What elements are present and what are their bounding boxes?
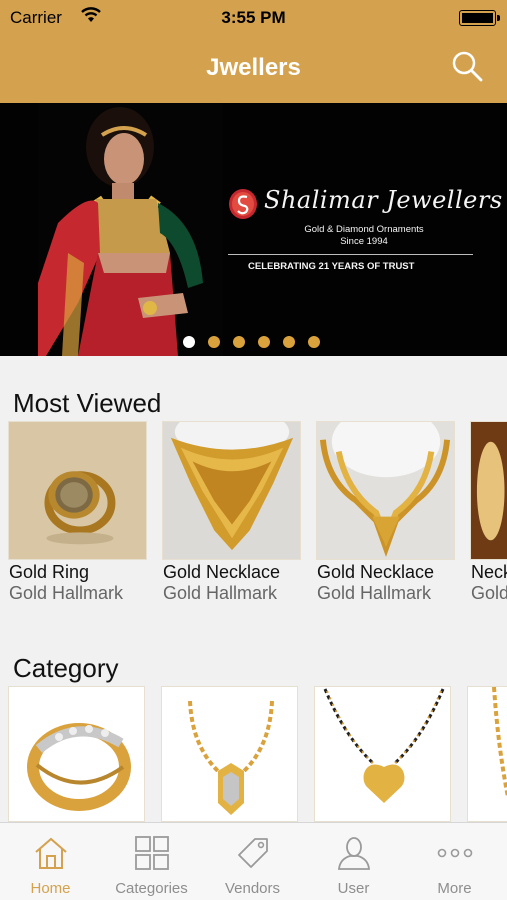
tab-label: User [337,880,370,897]
brand-logo-icon [229,189,257,219]
promo-banner[interactable]: Shalimar Jewellers Gold & Diamond Orname… [0,103,507,356]
tab-categories[interactable]: Categories [101,823,202,900]
category-image-necklace [162,687,297,821]
tab-user[interactable]: User [303,823,404,900]
status-bar: Carrier 3:55 PM [0,0,507,36]
carousel-dot-5[interactable] [283,336,295,348]
tag-icon [238,838,268,868]
product-name: Necklace [471,562,507,582]
tab-bar: Home Categories Vendors User More [0,822,507,900]
category-carousel[interactable] [8,686,507,822]
carousel-dot-4[interactable] [258,336,270,348]
page-title: Jwellers [206,54,301,81]
tab-vendors[interactable]: Vendors [202,823,303,900]
brand-tagline: CELEBRATING 21 YEARS OF TRUST [248,261,415,272]
product-image-gold-necklace [162,421,301,560]
home-icon [35,837,67,869]
most-viewed-carousel[interactable]: Gold Ring Gold Hallmark Gold Necklace Go… [8,421,507,611]
product-card-4[interactable]: Necklace Gold Hallmark [470,421,507,611]
status-time: 3:55 PM [221,8,286,27]
brand-divider [228,254,473,255]
tab-home[interactable]: Home [0,823,101,900]
product-image-necklace [470,421,507,560]
carousel-dot-1[interactable] [183,336,195,348]
grid-icon [135,836,169,870]
app-screen: Carrier 3:55 PM Jwellers Shalimar Jewell… [0,0,507,900]
product-subtitle: Gold Hallmark [163,583,278,603]
product-subtitle: Gold Hallmark [9,583,124,603]
brand-name: Shalimar Jewellers [264,186,503,214]
category-card-more[interactable] [467,686,507,822]
product-name: Gold Necklace [317,562,435,582]
search-button[interactable] [451,50,485,84]
category-image-chain [468,687,507,821]
category-card-necklaces[interactable] [161,686,298,822]
brand-lockup: Shalimar Jewellers Gold & Diamond Orname… [228,185,502,295]
brand-subtitle: Gold & Diamond Ornaments Since 1994 [264,224,464,248]
tab-label: More [437,880,472,897]
model-photo [38,103,223,356]
more-icon [437,848,473,858]
category-heading: Category [13,653,119,683]
category-card-mangalsutra[interactable] [314,686,451,822]
user-icon [338,837,370,870]
product-image-gold-necklace [316,421,455,560]
product-card-1[interactable]: Gold Ring Gold Hallmark [8,421,147,611]
category-image-mangalsutra [315,687,450,821]
category-card-rings[interactable] [8,686,145,822]
product-card-2[interactable]: Gold Necklace Gold Hallmark [162,421,301,611]
product-subtitle: Gold Hallmark [317,583,432,603]
brand-subtitle-line2: Since 1994 [340,236,388,247]
product-card-3[interactable]: Gold Necklace Gold Hallmark [316,421,455,611]
tab-label: Categories [115,880,188,897]
carousel-dot-6[interactable] [308,336,320,348]
search-icon [452,51,483,82]
carousel-dot-3[interactable] [233,336,245,348]
product-name: Gold Necklace [163,562,281,582]
tab-label: Vendors [224,880,281,897]
tab-label: Home [30,880,71,897]
battery-icon [459,10,500,26]
carousel-dot-2[interactable] [208,336,220,348]
most-viewed-heading: Most Viewed [13,388,162,418]
header-bar: Carrier 3:55 PM Jwellers [0,0,507,103]
tab-more[interactable]: More [404,823,505,900]
product-image-gold-ring [8,421,147,560]
brand-subtitle-line1: Gold & Diamond Ornaments [304,224,424,235]
product-subtitle: Gold Hallmark [471,583,507,603]
category-image-ring [9,687,144,821]
product-name: Gold Ring [9,562,90,582]
